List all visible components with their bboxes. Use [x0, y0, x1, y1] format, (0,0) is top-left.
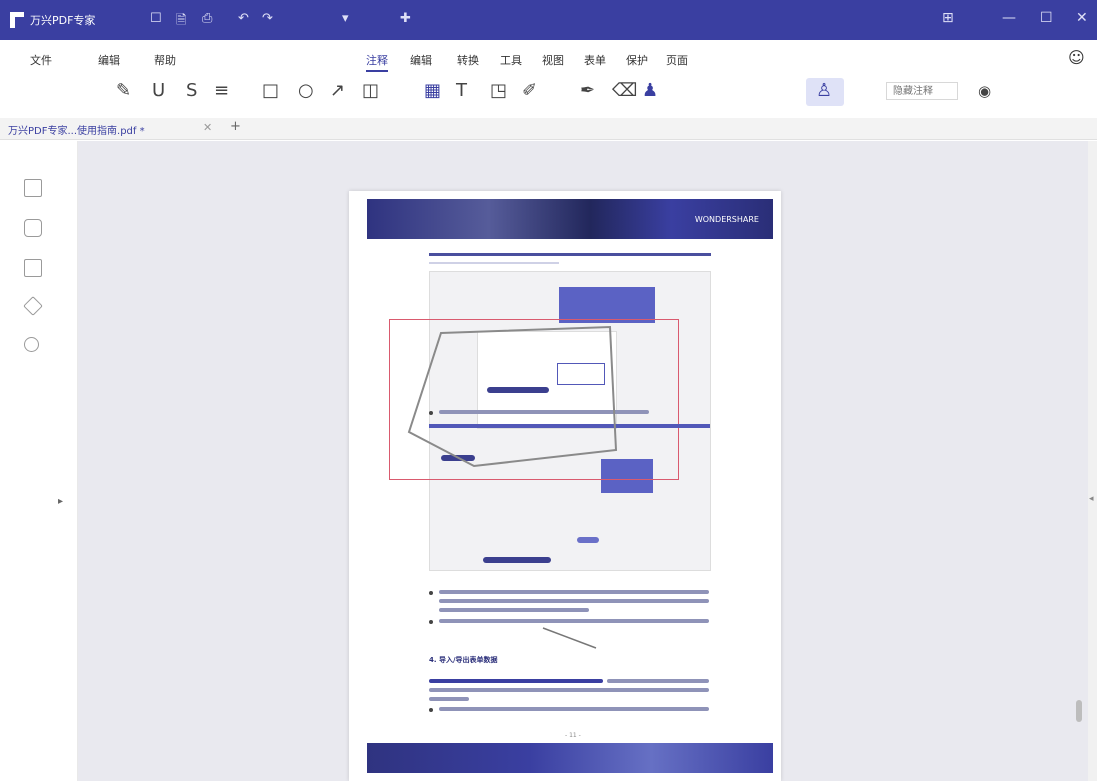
rectangle-icon[interactable]: □ — [262, 80, 279, 101]
tab-convert[interactable]: 转换 — [457, 52, 479, 68]
rectangle-annotation[interactable] — [389, 319, 679, 480]
undo-icon[interactable]: ↶ — [238, 11, 249, 26]
text-note-icon[interactable]: ≡ — [214, 80, 229, 101]
page-header-banner: WONDERSHARE — [367, 199, 773, 239]
stamp-icon[interactable]: ♟ — [642, 80, 658, 101]
menu-help[interactable]: 帮助 — [154, 52, 176, 68]
callout-icon[interactable]: ◳ — [490, 80, 507, 101]
apps-icon[interactable]: ⊞ — [942, 10, 954, 26]
banner-logo-text: WONDERSHARE — [694, 215, 759, 224]
print-icon[interactable]: ⎙ — [202, 11, 212, 26]
pencil-icon[interactable]: ✐ — [522, 80, 537, 101]
bullet — [429, 708, 433, 712]
menu-home[interactable]: 编辑 — [98, 52, 120, 68]
text-line — [439, 608, 589, 612]
caption-line — [429, 262, 559, 264]
save-icon[interactable]: 🗎 — [176, 11, 186, 33]
eye-icon[interactable]: ◉ — [978, 82, 991, 100]
page-footer-banner — [367, 743, 773, 773]
tab-page[interactable]: 页面 — [666, 52, 688, 68]
text-line — [607, 679, 709, 683]
strikethrough-icon[interactable]: S — [186, 80, 197, 101]
tab-tools[interactable]: 工具 — [500, 52, 522, 68]
comment-icon[interactable] — [24, 219, 42, 237]
page-number: - 11 - — [565, 732, 581, 739]
new-file-icon[interactable]: ☐ — [150, 11, 162, 26]
dropdown-icon[interactable]: ▾ — [342, 11, 349, 26]
signature-icon[interactable]: ♙ — [816, 80, 832, 101]
add-tab-icon[interactable]: + — [230, 119, 241, 134]
textbox-icon[interactable]: ▦ — [424, 80, 441, 101]
maximize-button[interactable]: ☐ — [1040, 10, 1053, 26]
left-sidebar — [0, 141, 78, 781]
screenshot-button-4 — [577, 537, 599, 543]
pen-icon[interactable]: ✒ — [580, 80, 595, 101]
tab-edit[interactable]: 编辑 — [410, 52, 432, 68]
scrollbar-thumb[interactable] — [1076, 700, 1082, 722]
minimize-button[interactable]: — — [1002, 10, 1016, 26]
pdf-page: WONDERSHARE 4. 导入/导出表单数据 - 11 - — [349, 191, 781, 781]
menu-file[interactable]: 文件 — [30, 52, 52, 68]
search-icon[interactable] — [24, 337, 39, 352]
hide-comments-field[interactable] — [886, 82, 958, 100]
shape-more-icon[interactable]: ◫ — [362, 80, 379, 101]
vertical-scrollbar[interactable] — [1088, 141, 1097, 781]
app-title: 万兴PDF专家 — [30, 14, 96, 27]
app-logo-icon — [10, 12, 24, 28]
title-bar: 万兴PDF专家 ☐ 🗎 ⎙ ↶ ↷ ▾ ✚ ⊞ — ☐ ✕ — [0, 0, 1097, 40]
text-line — [439, 619, 709, 623]
bullet — [429, 620, 433, 624]
thumbnail-icon[interactable] — [24, 259, 42, 277]
text-line — [429, 688, 709, 692]
right-panel-toggle-icon[interactable]: ◂ — [1089, 494, 1094, 504]
text-line — [439, 707, 709, 711]
close-button[interactable]: ✕ — [1076, 10, 1088, 26]
text-line — [439, 590, 709, 594]
highlighted-text-line — [429, 679, 603, 683]
typewriter-icon[interactable]: T — [456, 80, 467, 101]
bullet — [429, 591, 433, 595]
document-tab[interactable]: 万兴PDF专家...使用指南.pdf * — [8, 122, 145, 137]
text-line — [429, 697, 469, 701]
underline-icon[interactable]: U — [152, 80, 165, 101]
redo-icon[interactable]: ↷ — [262, 11, 273, 26]
circle-icon[interactable]: ○ — [298, 80, 314, 101]
feedback-icon[interactable]: ☺ — [1068, 48, 1085, 67]
tab-view[interactable]: 视图 — [542, 52, 564, 68]
bookmark-icon[interactable] — [24, 179, 42, 197]
tab-comment[interactable]: 注释 — [366, 52, 388, 72]
underline-annotation[interactable] — [429, 424, 710, 428]
pin-icon[interactable]: ✚ — [400, 11, 411, 26]
attachment-icon[interactable] — [23, 296, 43, 316]
tab-form[interactable]: 表单 — [584, 52, 606, 68]
highlight-icon[interactable]: ✎ — [116, 80, 131, 101]
section-heading: 4. 导入/导出表单数据 — [429, 656, 498, 664]
text-line — [439, 599, 709, 603]
tab-protect[interactable]: 保护 — [626, 52, 648, 68]
screenshot-badge — [559, 287, 655, 323]
arrow-icon[interactable]: ↗ — [330, 80, 345, 101]
eraser-icon[interactable]: ⌫ — [612, 80, 637, 101]
section-divider — [429, 253, 711, 256]
screenshot-button-3 — [483, 557, 551, 563]
sidebar-collapse-icon[interactable]: ▸ — [58, 496, 63, 507]
close-tab-icon[interactable]: ✕ — [203, 121, 212, 134]
document-tab-bar — [0, 118, 1097, 140]
